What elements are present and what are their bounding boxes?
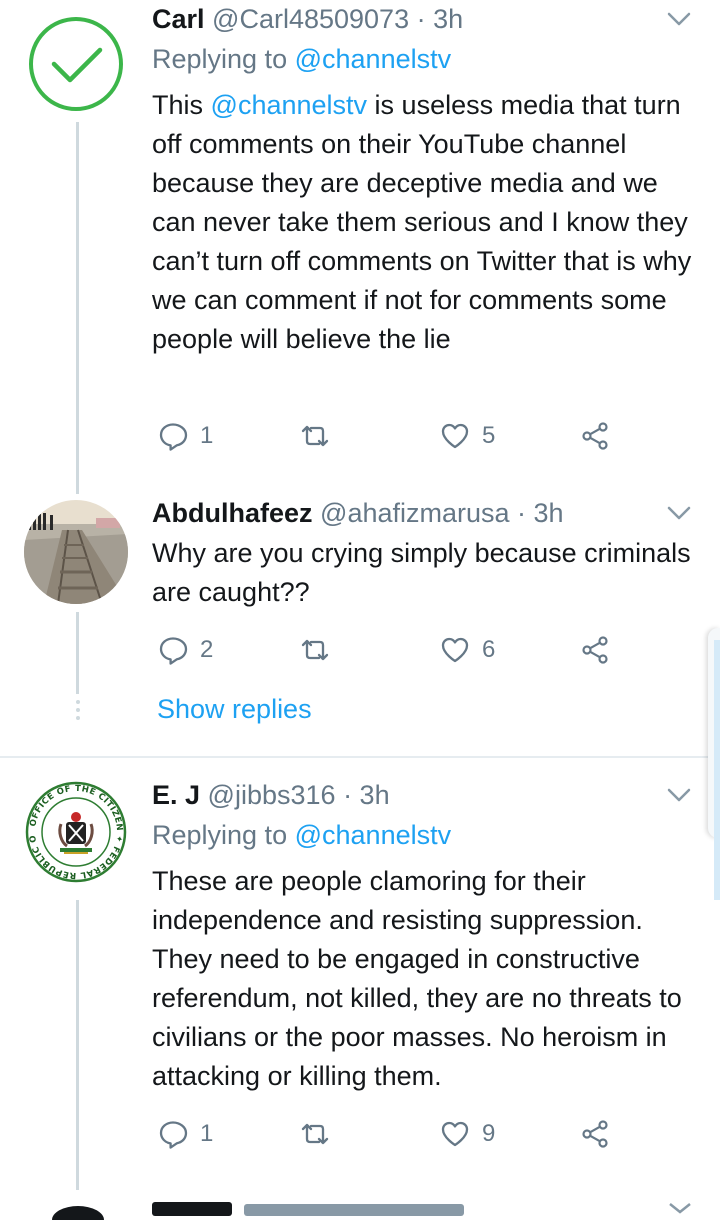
user-handle[interactable]: @ahafizmarusa: [320, 498, 510, 528]
retweet-button[interactable]: [300, 416, 342, 456]
timestamp[interactable]: · 3h: [517, 498, 564, 528]
retweet-button[interactable]: [300, 630, 342, 670]
display-name[interactable]: E. J: [152, 780, 200, 810]
reply-button[interactable]: 1: [158, 1114, 213, 1154]
office-seal-emblem: OFFICE OF THE CITIZEN ✦ FEDERAL REPUBLIC…: [24, 780, 127, 883]
replying-to-mention[interactable]: @channelstv: [295, 820, 452, 850]
avatar[interactable]: [24, 500, 128, 604]
share-button[interactable]: [580, 630, 610, 670]
next-tweet-partial: [0, 1190, 720, 1220]
avatar[interactable]: OFFICE OF THE CITIZEN ✦ FEDERAL REPUBLIC…: [24, 780, 128, 884]
tweet-header: Carl @Carl48509073 · 3h: [152, 4, 463, 35]
tweet-actions: 1 5: [152, 416, 622, 456]
tweet-text: This @channelstv is useless media that t…: [152, 86, 700, 359]
replying-to-label: Replying to: [152, 44, 288, 74]
tweet-actions: 1 9: [152, 1114, 622, 1154]
like-count: 5: [482, 422, 496, 449]
chevron-down-icon[interactable]: [666, 504, 692, 522]
timestamp[interactable]: · 3h: [343, 780, 390, 810]
cut-off-tweet-header: [52, 1202, 691, 1220]
tweet-text-part: This: [152, 90, 204, 120]
share-button[interactable]: [580, 416, 610, 456]
share-button[interactable]: [580, 1114, 610, 1154]
mention-link[interactable]: @channelstv: [211, 90, 368, 120]
user-handle[interactable]: @jibbs316: [208, 780, 336, 810]
reply-icon: [159, 1121, 188, 1149]
reply-icon: [159, 423, 188, 451]
retweet-button[interactable]: [300, 1114, 342, 1154]
thread-line: [76, 122, 79, 494]
like-count: 9: [482, 1120, 496, 1147]
railway-photo: [24, 500, 128, 604]
thread-line: [76, 612, 79, 694]
thread-line: [76, 900, 79, 1190]
share-icon: [582, 422, 608, 450]
heart-icon: [441, 1121, 469, 1147]
tweet-text: Why are you crying simply because crimin…: [152, 538, 691, 607]
tweet-header: E. J @jibbs316 · 3h: [152, 780, 390, 811]
share-icon: [582, 1120, 608, 1148]
reply-count: 1: [200, 1120, 214, 1147]
like-button[interactable]: 6: [440, 630, 495, 670]
replying-to-mention[interactable]: @channelstv: [295, 44, 452, 74]
like-count: 6: [482, 636, 496, 663]
display-name[interactable]: Abdulhafeez: [152, 498, 313, 528]
display-name[interactable]: Carl: [152, 4, 205, 34]
tweet-actions: 2 6: [152, 630, 622, 670]
reply-icon: [159, 637, 188, 665]
reply-button[interactable]: 2: [158, 630, 213, 670]
tweet-text-part: is useless media that turn off comments …: [152, 90, 692, 354]
replying-to: Replying to @channelstv: [152, 44, 451, 75]
divider: [0, 756, 720, 758]
user-handle[interactable]: @Carl48509073: [212, 4, 409, 34]
heart-icon: [441, 637, 469, 663]
chevron-down-icon[interactable]: [666, 786, 692, 804]
retweet-icon: [301, 1123, 329, 1145]
thread-gap-dots: [76, 700, 80, 720]
reply-count: 2: [200, 636, 214, 663]
retweet-icon: [301, 639, 329, 661]
retweet-icon: [301, 425, 329, 447]
avatar[interactable]: [24, 12, 128, 116]
like-button[interactable]: 5: [440, 416, 495, 456]
tweet-header: Abdulhafeez @ahafizmarusa · 3h: [152, 498, 564, 529]
tweet-text: These are people clamoring for their ind…: [152, 866, 682, 1091]
chevron-down-icon[interactable]: [666, 10, 692, 28]
share-icon: [582, 636, 608, 664]
show-replies-link[interactable]: Show replies: [157, 694, 312, 725]
reply-count: 1: [200, 422, 214, 449]
green-checkmark-icon: [26, 14, 126, 114]
timestamp[interactable]: · 3h: [417, 4, 464, 34]
replying-to: Replying to @channelstv: [152, 820, 451, 851]
reply-button[interactable]: 1: [158, 416, 213, 456]
replying-to-label: Replying to: [152, 820, 288, 850]
like-button[interactable]: 9: [440, 1114, 495, 1154]
heart-icon: [441, 423, 469, 449]
scrollbar[interactable]: [714, 640, 720, 900]
